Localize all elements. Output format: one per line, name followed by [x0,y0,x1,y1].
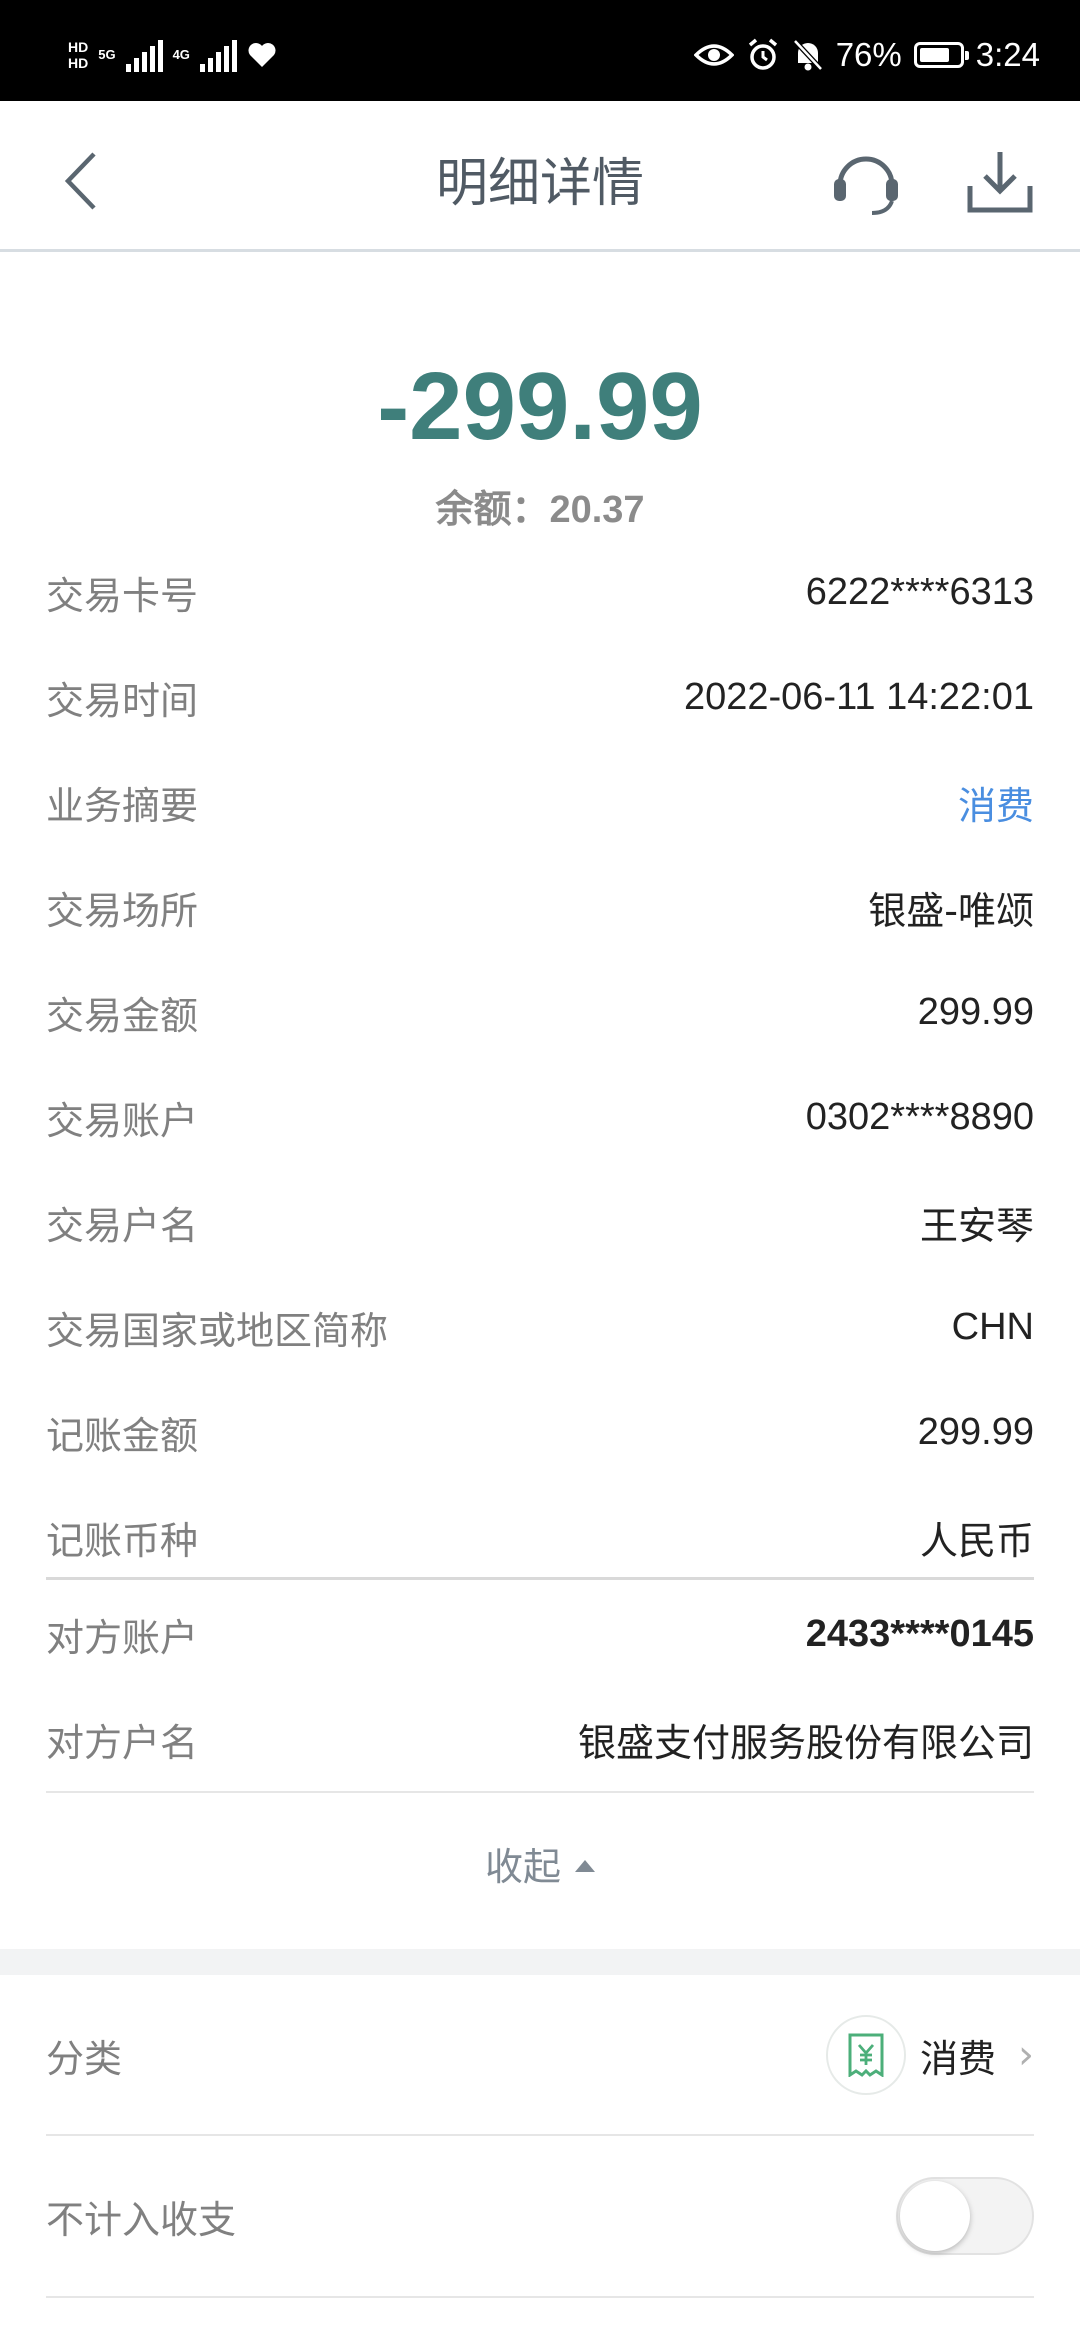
hd-indicator: HD HD [68,39,88,71]
headset-icon [834,156,898,215]
collapse-label: 收起 [484,1845,561,1889]
business-summary-link[interactable]: 消费 [958,775,1034,830]
status-left: HD HD 5G 4G [68,30,277,80]
detail-label: 对方账户 [46,1616,199,1660]
detail-value: 2433****0145 [805,1613,1034,1655]
row-divider [46,2296,1034,2298]
detail-row-amount: 交易金额 299.99 [46,960,1034,1065]
counterparty-row-account: 对方账户 2433****0145 [46,1582,1034,1687]
detail-label: 对方户名 [46,1721,199,1765]
battery-fill [919,48,949,62]
detail-value: 2022-06-11 14:22:01 [683,676,1034,718]
toggle-knob [900,2181,970,2251]
alarm-icon [748,38,777,70]
section-divider [46,1791,1034,1793]
detail-value: 6222****6313 [805,571,1034,613]
detail-row-booking-amount: 记账金额 299.99 [46,1380,1034,1485]
detail-row-location: 交易场所 银盛-唯颂 [46,855,1034,960]
detail-label: 交易账户 [46,1099,199,1143]
detail-label: 交易场所 [46,889,199,933]
detail-value: 299.99 [917,991,1034,1033]
chevron-right-icon: › [1018,2032,1034,2078]
caret-up-icon [575,1859,595,1872]
section-divider [46,1577,1034,1580]
counterparty-row-name: 对方户名 银盛支付服务股份有限公司 [46,1687,1034,1792]
counterparty-list: 对方账户 2433****0145 对方户名 银盛支付服务股份有限公司 [46,1582,1034,1792]
transaction-amount: -299.99 [377,353,703,460]
detail-value: 银盛-唯颂 [868,889,1034,933]
detail-label: 交易金额 [46,994,199,1038]
detail-label: 交易时间 [46,679,199,723]
signal-icon [125,38,163,72]
detail-row-card-number: 交易卡号 6222****6313 [46,540,1034,645]
network-5g-label: 5G [98,47,116,62]
category-selector[interactable]: 消费 › [825,2015,1034,2095]
detail-label: 业务摘要 [46,784,199,828]
detail-row-currency: 记账币种 人民币 [46,1485,1034,1590]
eye-icon [693,44,734,66]
page-title: 明细详情 [435,154,644,214]
collapse-button[interactable]: 收起 [0,1836,1080,1891]
hd2-label: HD [68,55,89,71]
detail-label: 记账币种 [46,1519,199,1563]
balance-text: 余额：20.37 [435,489,645,531]
exclude-row: 不计入收支 [46,2136,1034,2296]
detail-value: 299.99 [917,1411,1034,1453]
yuan-receipt-icon [825,2015,906,2095]
customer-service-button[interactable] [826,141,906,221]
download-button[interactable] [960,141,1040,221]
detail-value: 0302****8890 [805,1096,1034,1138]
hd1-label: HD [68,39,89,55]
exclude-toggle[interactable] [896,2177,1034,2255]
detail-value: 银盛支付服务股份有限公司 [577,1721,1034,1765]
clock-time: 3:24 [975,36,1040,73]
detail-label: 交易国家或地区简称 [46,1309,389,1353]
category-value: 消费 [919,2036,996,2081]
detail-list: 交易卡号 6222****6313 交易时间 2022-06-11 14:22:01… [46,540,1034,1590]
detail-label: 交易户名 [46,1204,199,1248]
detail-value: CHN [951,1306,1034,1348]
exclude-label: 不计入收支 [46,2197,237,2242]
status-bar: HD HD 5G 4G 76% 3:24 [0,0,1080,101]
detail-row-account-name: 交易户名 王安琴 [46,1170,1034,1275]
detail-value: 王安琴 [919,1204,1034,1248]
detail-value: 人民币 [919,1519,1034,1563]
category-row[interactable]: 分类 消费 › [46,1975,1034,2135]
battery-percent: 76% [835,36,902,73]
battery-icon [913,42,969,68]
category-label: 分类 [46,2036,123,2081]
bell-off-icon [792,39,823,71]
detail-row-country: 交易国家或地区简称 CHN [46,1275,1034,1380]
download-icon [967,152,1033,213]
detail-row-summary: 业务摘要 消费 [46,750,1034,855]
detail-row-time: 交易时间 2022-06-11 14:22:01 [46,645,1034,750]
detail-label: 交易卡号 [46,574,199,618]
section-gap [0,1949,1080,1975]
detail-label: 记账金额 [46,1414,199,1458]
network-4g-label: 4G [172,47,190,62]
app-header: 明细详情 [0,101,1080,252]
detail-row-account: 交易账户 0302****8890 [46,1065,1034,1170]
signal-icon [199,38,237,72]
heart-icon [248,43,276,67]
status-right: 76% 3:24 [693,30,1040,80]
